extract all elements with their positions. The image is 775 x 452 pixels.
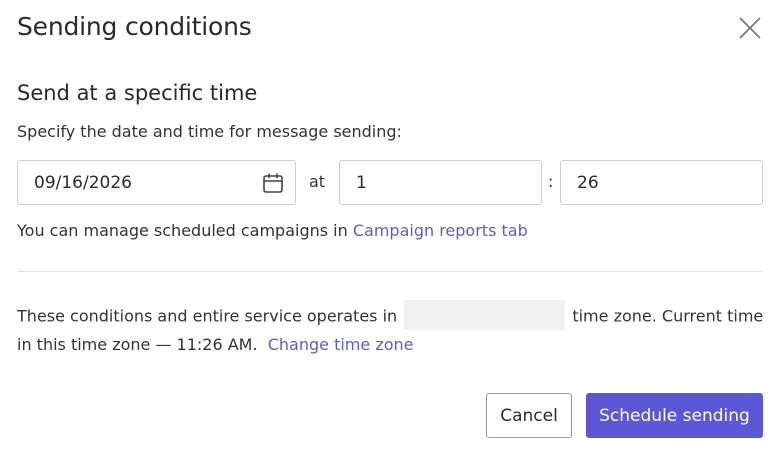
section-hint: Specify the date and time for message se… [17, 122, 402, 141]
dialog-title: Sending conditions [17, 12, 252, 41]
date-input-value: 09/16/2026 [34, 172, 132, 193]
date-input[interactable]: 09/16/2026 [17, 160, 296, 205]
hour-input[interactable]: 1 [339, 160, 542, 205]
at-label: at [309, 172, 326, 191]
manage-text: You can manage scheduled campaigns in [17, 221, 353, 240]
cancel-button[interactable]: Cancel [486, 393, 572, 438]
campaign-reports-link[interactable]: Campaign reports tab [353, 221, 528, 240]
close-icon[interactable] [737, 15, 763, 41]
time-separator: : [548, 172, 554, 191]
minute-input[interactable]: 26 [560, 160, 763, 205]
calendar-icon[interactable] [262, 172, 284, 194]
divider [17, 271, 763, 272]
sending-conditions-dialog: Sending conditions Send at a specific ti… [0, 0, 775, 452]
timezone-name-redacted [404, 300, 566, 330]
hour-input-value: 1 [356, 172, 367, 193]
change-time-zone-link[interactable]: Change time zone [268, 335, 414, 354]
section-title: Send at a specific time [17, 81, 258, 105]
manage-campaigns-note: You can manage scheduled campaigns in Ca… [17, 221, 528, 240]
timezone-text-before: These conditions and entire service oper… [17, 306, 403, 326]
timezone-note: These conditions and entire service oper… [17, 300, 767, 358]
schedule-sending-button[interactable]: Schedule sending [586, 393, 763, 438]
minute-input-value: 26 [577, 172, 599, 193]
